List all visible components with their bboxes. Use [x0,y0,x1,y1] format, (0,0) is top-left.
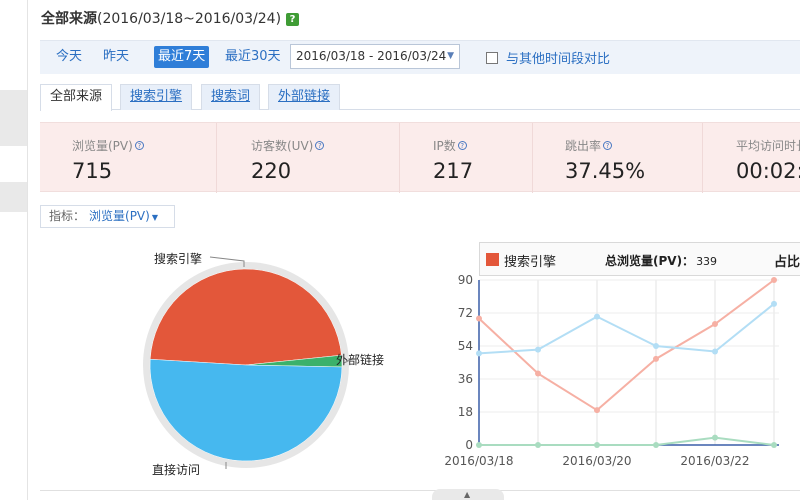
line-point [771,277,777,283]
stat-bounce: 跳出率? 37.45% [533,123,703,193]
compare-label: 与其他时间段对比 [506,52,611,67]
x-tick-label: 2016/03/20 [562,454,631,468]
line-series-0 [478,279,775,412]
line-point [476,315,482,322]
y-tick-label: 18 [458,405,473,419]
y-tick-label: 36 [458,372,473,386]
left-sidebar [0,0,28,500]
info-icon[interactable]: ? [315,141,325,150]
main-content: 全部来源(2016/03/18~2016/03/24)? 今天 昨天 最近7天 … [28,0,800,500]
date-range-value: 2016/03/18 - 2016/03/24 [296,49,447,63]
line-point [594,313,600,320]
line-chart-legend: 搜索引擎 总浏览量(PV)： 339 占比 [479,242,800,276]
line-series-2 [479,436,775,446]
filter-today-button[interactable]: 今天 [52,46,86,68]
filter-yesterday-button[interactable]: 昨天 [99,46,133,68]
sidebar-block [0,182,27,212]
metric-label: 指标： [49,209,86,223]
filter-last30-button[interactable]: 最近30天 [221,46,285,68]
page-title: 全部来源(2016/03/18~2016/03/24)? [41,8,300,28]
line-chart: 0 18 36 54 72 90 2016/03/18 2016/03/20 2016/03/2… [444,273,779,468]
line-point [594,442,600,448]
line-point [535,370,541,377]
line-point [594,407,600,414]
line-chart-panel: 0 18 36 54 72 90 2016/03/18 2016/03/20 2016/03/2… [444,242,800,500]
x-tick-label: 2016/03/18 [444,454,513,468]
pie-label-search-engine: 搜索引擎 [154,252,203,266]
line-point [476,350,482,357]
chevron-up-icon: ▲ [464,490,471,499]
info-icon[interactable]: ? [603,141,613,150]
source-tabs: 全部来源 搜索引擎 搜索词 外部链接 [40,84,800,111]
stat-uv-label: 访客数(UV)? [251,137,325,154]
title-range: (2016/03/18~2016/03/24) [97,11,282,27]
stat-uv: 访客数(UV)? 220 [217,123,400,193]
stat-ip-label: IP数? [433,137,467,154]
legend-total-pv: 总浏览量(PV)： 339 [605,254,718,268]
x-tick-label: 2016/03/22 [680,454,749,468]
info-icon[interactable]: ? [457,141,467,150]
tab-all-sources[interactable]: 全部来源 [40,84,113,111]
stat-ip-value: 217 [433,159,474,183]
pie-slice-0 [149,268,342,366]
stat-pv-label: 浏览量(PV)? [72,137,144,154]
legend-series-name: 搜索引擎 [504,255,557,270]
stats-panel: 浏览量(PV)? 715 访客数(UV)? 220 IP数? 217 跳出率? … [40,122,800,193]
line-point [712,434,718,441]
stat-bounce-value: 37.45% [565,159,646,183]
title-main: 全部来源 [41,11,97,27]
line-point [535,346,541,353]
filter-last7-button[interactable]: 最近7天 [154,46,210,68]
legend-share: 占比 [774,255,800,270]
line-point [771,442,777,448]
pie-label-direct: 直接访问 [152,463,201,477]
stat-avg-time: 平均访问时长 00:02:5 [703,123,800,193]
y-tick-label: 72 [458,306,473,320]
date-filter-bar: 今天 昨天 最近7天 最近30天 2016/03/18 - 2016/03/24… [40,40,800,74]
stat-avg-time-label: 平均访问时长 [736,139,800,153]
y-tick-label: 0 [465,438,473,452]
legend-swatch [486,253,499,266]
line-point [653,355,659,362]
bottom-divider [40,490,800,500]
metric-value: 浏览量(PV) [89,209,150,223]
pie-slice-2 [149,358,343,462]
stat-bounce-label: 跳出率? [565,137,613,154]
y-tick-label: 90 [458,273,473,287]
dropdown-arrow-icon: ▼ [447,51,454,61]
y-tick-label: 54 [458,339,473,353]
line-point [653,343,659,349]
help-icon[interactable]: ? [286,13,300,26]
collapse-handle[interactable]: ▲ [432,489,504,500]
compare-toggle[interactable]: 与其他时间段对比 [486,48,610,67]
pie-label-external-links: 外部链接 [336,353,385,367]
line-point [535,442,541,448]
line-point [476,442,482,448]
stat-pv-value: 715 [72,159,113,183]
sidebar-block [0,90,27,146]
dropdown-arrow-icon: ▼ [151,213,158,222]
tab-search-engine[interactable]: 搜索引擎 [120,84,193,110]
date-range-select[interactable]: 2016/03/18 - 2016/03/24 ▼ [290,44,460,69]
stat-pv: 浏览量(PV)? 715 [40,123,217,193]
line-point [653,442,659,448]
stat-uv-value: 220 [251,159,292,183]
info-icon[interactable]: ? [134,141,144,150]
stat-ip: IP数? 217 [400,123,533,193]
tab-external-links[interactable]: 外部链接 [268,84,341,110]
line-point [771,300,777,307]
compare-checkbox[interactable] [486,52,498,64]
tab-search-terms[interactable]: 搜索词 [201,84,261,110]
line-point [712,321,718,327]
stat-avg-time-value: 00:02:5 [736,159,800,183]
line-point [712,348,718,355]
metric-selector[interactable]: 指标： 浏览量(PV) ▼ [40,205,175,228]
